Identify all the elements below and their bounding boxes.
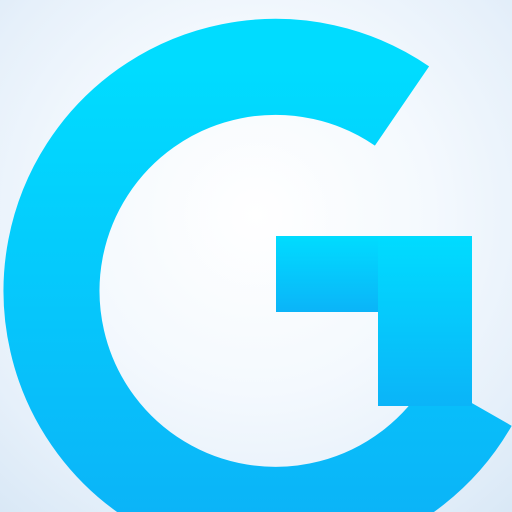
app-icon-tile: [0, 0, 512, 512]
g-spur: [378, 236, 472, 406]
letter-g-logo-icon: [3, 18, 512, 512]
